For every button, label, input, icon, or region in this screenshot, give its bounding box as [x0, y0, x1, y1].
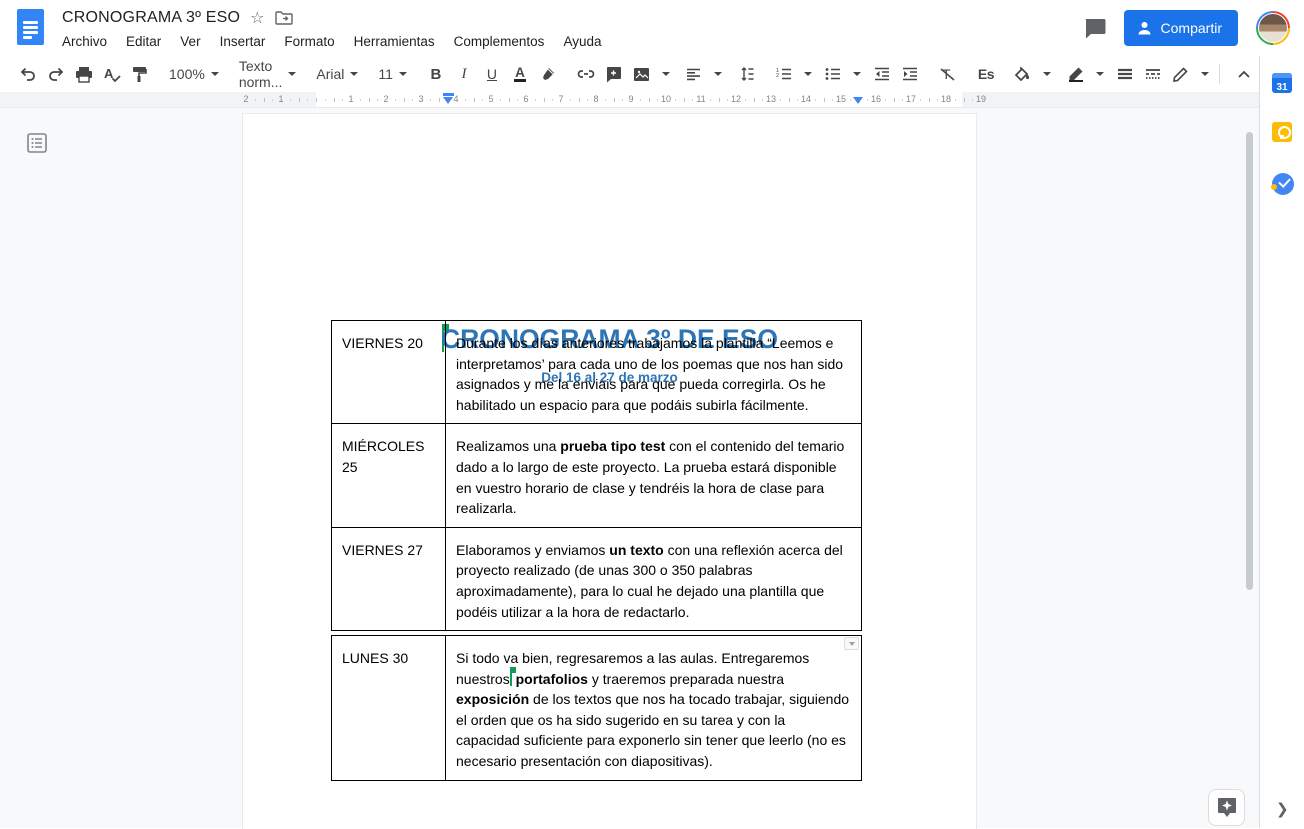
border-color-caret[interactable]	[1096, 72, 1104, 76]
day-cell[interactable]: LUNES 30	[332, 636, 446, 781]
table-quick-menu-button[interactable]	[844, 637, 859, 650]
schedule-table-2[interactable]: LUNES 30Si todo va bien, regresaremos a …	[331, 635, 862, 781]
insert-image-button[interactable]	[629, 61, 655, 87]
schedule-table-1[interactable]: VIERNES 20Durante los días anteriores tr…	[331, 320, 862, 631]
fill-color-button[interactable]	[1010, 61, 1036, 87]
insert-image-caret[interactable]	[662, 72, 670, 76]
side-panel: 31 ❯	[1259, 56, 1304, 828]
undo-button[interactable]	[15, 61, 41, 87]
bulleted-list-caret[interactable]	[853, 72, 861, 76]
underline-button[interactable]: U	[479, 61, 505, 87]
paragraph-styles-select[interactable]: Texto norm...	[234, 61, 302, 87]
highlight-color-button[interactable]	[535, 61, 561, 87]
paint-format-button[interactable]	[127, 61, 153, 87]
numbered-list-caret[interactable]	[804, 72, 812, 76]
line-spacing-button[interactable]	[733, 61, 759, 87]
document-canvas: CRONOGRAMA 3º DE ESO Del 16 al 27 de mar…	[0, 107, 1260, 828]
description-cell[interactable]: Realizamos una prueba tipo test con el c…	[446, 424, 862, 527]
text-color-button[interactable]: A	[507, 61, 533, 87]
explore-button[interactable]	[1208, 789, 1245, 826]
menu-complementos[interactable]: Complementos	[454, 34, 545, 49]
document-title[interactable]: CRONOGRAMA 3º ESO	[62, 9, 240, 27]
open-comments-icon[interactable]	[1084, 18, 1106, 39]
table-row: VIERNES 27Elaboramos y enviamos un texto…	[332, 527, 862, 630]
spell-check-button[interactable]: A	[99, 61, 125, 87]
zoom-select[interactable]: 100%	[164, 61, 224, 87]
menu-herramientas[interactable]: Herramientas	[354, 34, 435, 49]
italic-button[interactable]: I	[451, 61, 477, 87]
print-button[interactable]	[71, 61, 97, 87]
description-cell[interactable]: Elaboramos y enviamos un texto con una r…	[446, 527, 862, 630]
collaborator-cursor-inline	[510, 671, 512, 686]
menu-formato[interactable]: Formato	[284, 34, 334, 49]
input-tools-button[interactable]: Es	[973, 61, 999, 87]
day-cell[interactable]: VIERNES 27	[332, 527, 446, 630]
description-cell[interactable]: Durante los días anteriores trabajamos l…	[446, 321, 862, 424]
fill-color-caret[interactable]	[1043, 72, 1051, 76]
increase-indent-button[interactable]	[897, 61, 923, 87]
right-indent-marker[interactable]	[853, 96, 863, 104]
docs-logo-icon[interactable]	[17, 9, 44, 45]
document-page[interactable]: CRONOGRAMA 3º DE ESO Del 16 al 27 de mar…	[242, 113, 977, 829]
explore-icon	[1217, 797, 1237, 819]
star-icon[interactable]: ☆	[250, 8, 264, 28]
bold-button[interactable]: B	[423, 61, 449, 87]
calendar-icon[interactable]: 31	[1272, 73, 1292, 93]
redo-button[interactable]	[43, 61, 69, 87]
numbered-list-button[interactable]: 12	[771, 61, 797, 87]
account-avatar[interactable]	[1256, 11, 1290, 45]
move-to-folder-icon[interactable]	[275, 11, 293, 25]
menu-insertar[interactable]: Insertar	[220, 34, 266, 49]
clear-formatting-button[interactable]: T	[935, 61, 961, 87]
decrease-indent-button[interactable]	[869, 61, 895, 87]
border-width-button[interactable]	[1112, 61, 1138, 87]
border-color-button[interactable]	[1063, 61, 1089, 87]
hide-side-panel-icon[interactable]: ❯	[1276, 800, 1289, 818]
person-add-icon	[1136, 21, 1153, 36]
font-family-select[interactable]: Arial	[311, 61, 363, 87]
vertical-scrollbar[interactable]	[1246, 132, 1253, 590]
align-button[interactable]	[681, 61, 707, 87]
menu-bar: Archivo Editar Ver Insertar Formato Herramien…	[62, 34, 601, 49]
share-button[interactable]: Compartir	[1124, 10, 1238, 46]
toolbar: A 100% Texto norm... Arial 11 B I U A 12…	[0, 56, 1259, 92]
show-outline-icon[interactable]	[27, 133, 47, 153]
menu-ayuda[interactable]: Ayuda	[563, 34, 601, 49]
left-indent-marker[interactable]	[443, 93, 454, 104]
tasks-icon[interactable]	[1272, 173, 1294, 195]
app-header: CRONOGRAMA 3º ESO ☆ Archivo Editar Ver Inse…	[0, 0, 1304, 56]
insert-link-button[interactable]	[573, 61, 599, 87]
add-comment-button[interactable]	[601, 61, 627, 87]
font-size-select[interactable]: 11	[373, 61, 412, 87]
collapse-toolbar-button[interactable]	[1231, 61, 1257, 87]
day-cell[interactable]: VIERNES 20	[332, 321, 446, 424]
editing-mode-caret[interactable]	[1201, 72, 1209, 76]
menu-archivo[interactable]: Archivo	[62, 34, 107, 49]
day-cell[interactable]: MIÉRCOLES 25	[332, 424, 446, 527]
border-dash-button[interactable]	[1140, 61, 1166, 87]
table-row: LUNES 30Si todo va bien, regresaremos a …	[332, 636, 862, 781]
keep-icon[interactable]	[1272, 122, 1292, 142]
bulleted-list-button[interactable]	[820, 61, 846, 87]
svg-text:2: 2	[776, 73, 779, 79]
table-row: MIÉRCOLES 25Realizamos una prueba tipo t…	[332, 424, 862, 527]
align-caret[interactable]	[714, 72, 722, 76]
menu-ver[interactable]: Ver	[180, 34, 200, 49]
editing-mode-button[interactable]	[1168, 61, 1194, 87]
menu-editar[interactable]: Editar	[126, 34, 161, 49]
horizontal-ruler: 2112345678910111213141516171819	[0, 92, 1259, 107]
table-row: VIERNES 20Durante los días anteriores tr…	[332, 321, 862, 424]
description-cell[interactable]: Si todo va bien, regresaremos a las aula…	[446, 636, 862, 781]
